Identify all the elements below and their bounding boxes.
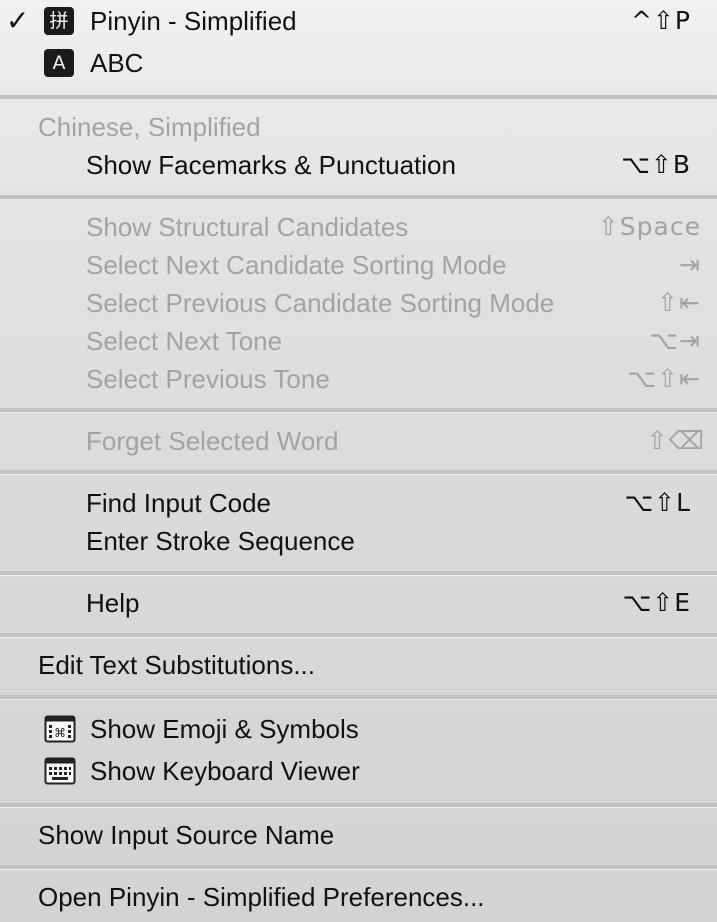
menu-item-label: Show Facemarks & Punctuation [86,150,456,180]
menu-item-abc[interactable]: A ABC [0,44,717,82]
menu-item-show-facemarks[interactable]: Show Facemarks & Punctuation ⌥⇧B [0,146,717,184]
menu-item-label: Open Pinyin - Simplified Preferences... [38,882,485,912]
menu-item-label: Enter Stroke Sequence [86,526,355,556]
menu-item-label: Select Next Candidate Sorting Mode [86,250,507,280]
menu-item-show-emoji-symbols[interactable]: ⌘ Show Emoji & Symbols [0,710,717,748]
keyboard-viewer-icon [44,757,76,785]
emoji-symbols-icon: ⌘ [44,715,76,743]
svg-text:⌘: ⌘ [54,726,66,740]
menu-item-edit-text-substitutions[interactable]: Edit Text Substitutions... [0,646,717,684]
menu-item-label: Show Structural Candidates [86,212,409,242]
pinyin-source-icon: 拼 [44,7,74,35]
abc-source-icon: A [44,49,74,77]
menu-separator [0,470,717,475]
shortcut-label: ⇧⇤ [657,288,701,317]
menu-separator [0,408,717,413]
menu-separator [0,865,717,870]
section-heading-chinese-simplified: Chinese, Simplified [0,108,717,146]
menu-separator [0,95,717,100]
menu-item-label: Show Input Source Name [38,820,335,850]
menu-item-open-preferences[interactable]: Open Pinyin - Simplified Preferences... [0,878,717,916]
menu-item-label: Forget Selected Word [86,426,339,456]
menu-item-label: Select Previous Candidate Sorting Mode [86,288,555,318]
menu-item-label: Help [86,588,140,618]
menu-separator [0,803,717,808]
menu-item-label: Show Emoji & Symbols [90,714,359,744]
menu-item-label: Select Previous Tone [86,364,330,394]
menu-item-show-input-source-name[interactable]: Show Input Source Name [0,816,717,854]
menu-item-show-structural-candidates: Show Structural Candidates ⇧Space [0,208,717,246]
menu-item-label: Find Input Code [86,488,272,518]
menu-item-enter-stroke-sequence[interactable]: Enter Stroke Sequence [0,522,717,560]
shortcut-label: ⇧Space [597,212,701,241]
menu-item-select-previous-tone: Select Previous Tone ⌥⇧⇤ [0,360,717,398]
menu-separator [0,633,717,638]
menu-item-find-input-code[interactable]: Find Input Code ⌥⇧L [0,484,717,522]
shortcut-label: ⌥⇥ [649,326,701,355]
menu-item-select-next-sorting-mode: Select Next Candidate Sorting Mode ⇥ [0,246,717,284]
menu-item-select-previous-sorting-mode: Select Previous Candidate Sorting Mode ⇧… [0,284,717,322]
menu-item-label: Pinyin - Simplified [90,6,297,36]
menu-item-label: Show Keyboard Viewer [90,756,360,786]
shortcut-label: ^⇧P [631,6,691,35]
menu-separator [0,571,717,576]
menu-separator [0,195,717,200]
menu-item-pinyin-simplified[interactable]: ✓ 拼 Pinyin - Simplified ^⇧P [0,2,717,40]
menu-item-help[interactable]: Help ⌥⇧E [0,584,717,622]
shortcut-label: ⌥⇧⇤ [627,364,701,393]
menu-item-label: ABC [90,48,144,78]
menu-item-label: Edit Text Substitutions... [38,650,315,680]
menu-item-forget-selected-word: Forget Selected Word ⇧⌫ [0,422,717,460]
section-heading-label: Chinese, Simplified [38,112,261,142]
shortcut-label: ⌥⇧B [621,150,691,179]
menu-separator [0,695,717,700]
checkmark-icon: ✓ [6,4,30,37]
shortcut-label: ⇥ [679,250,701,279]
menu-item-label: Select Next Tone [86,326,283,356]
shortcut-label: ⌥⇧L [624,488,691,517]
shortcut-label: ⌥⇧E [622,588,691,617]
menu-item-show-keyboard-viewer[interactable]: Show Keyboard Viewer [0,752,717,790]
menu-item-select-next-tone: Select Next Tone ⌥⇥ [0,322,717,360]
input-menu: ✓ 拼 Pinyin - Simplified ^⇧P A ABC Chines… [0,0,717,922]
shortcut-label: ⇧⌫ [646,426,705,455]
